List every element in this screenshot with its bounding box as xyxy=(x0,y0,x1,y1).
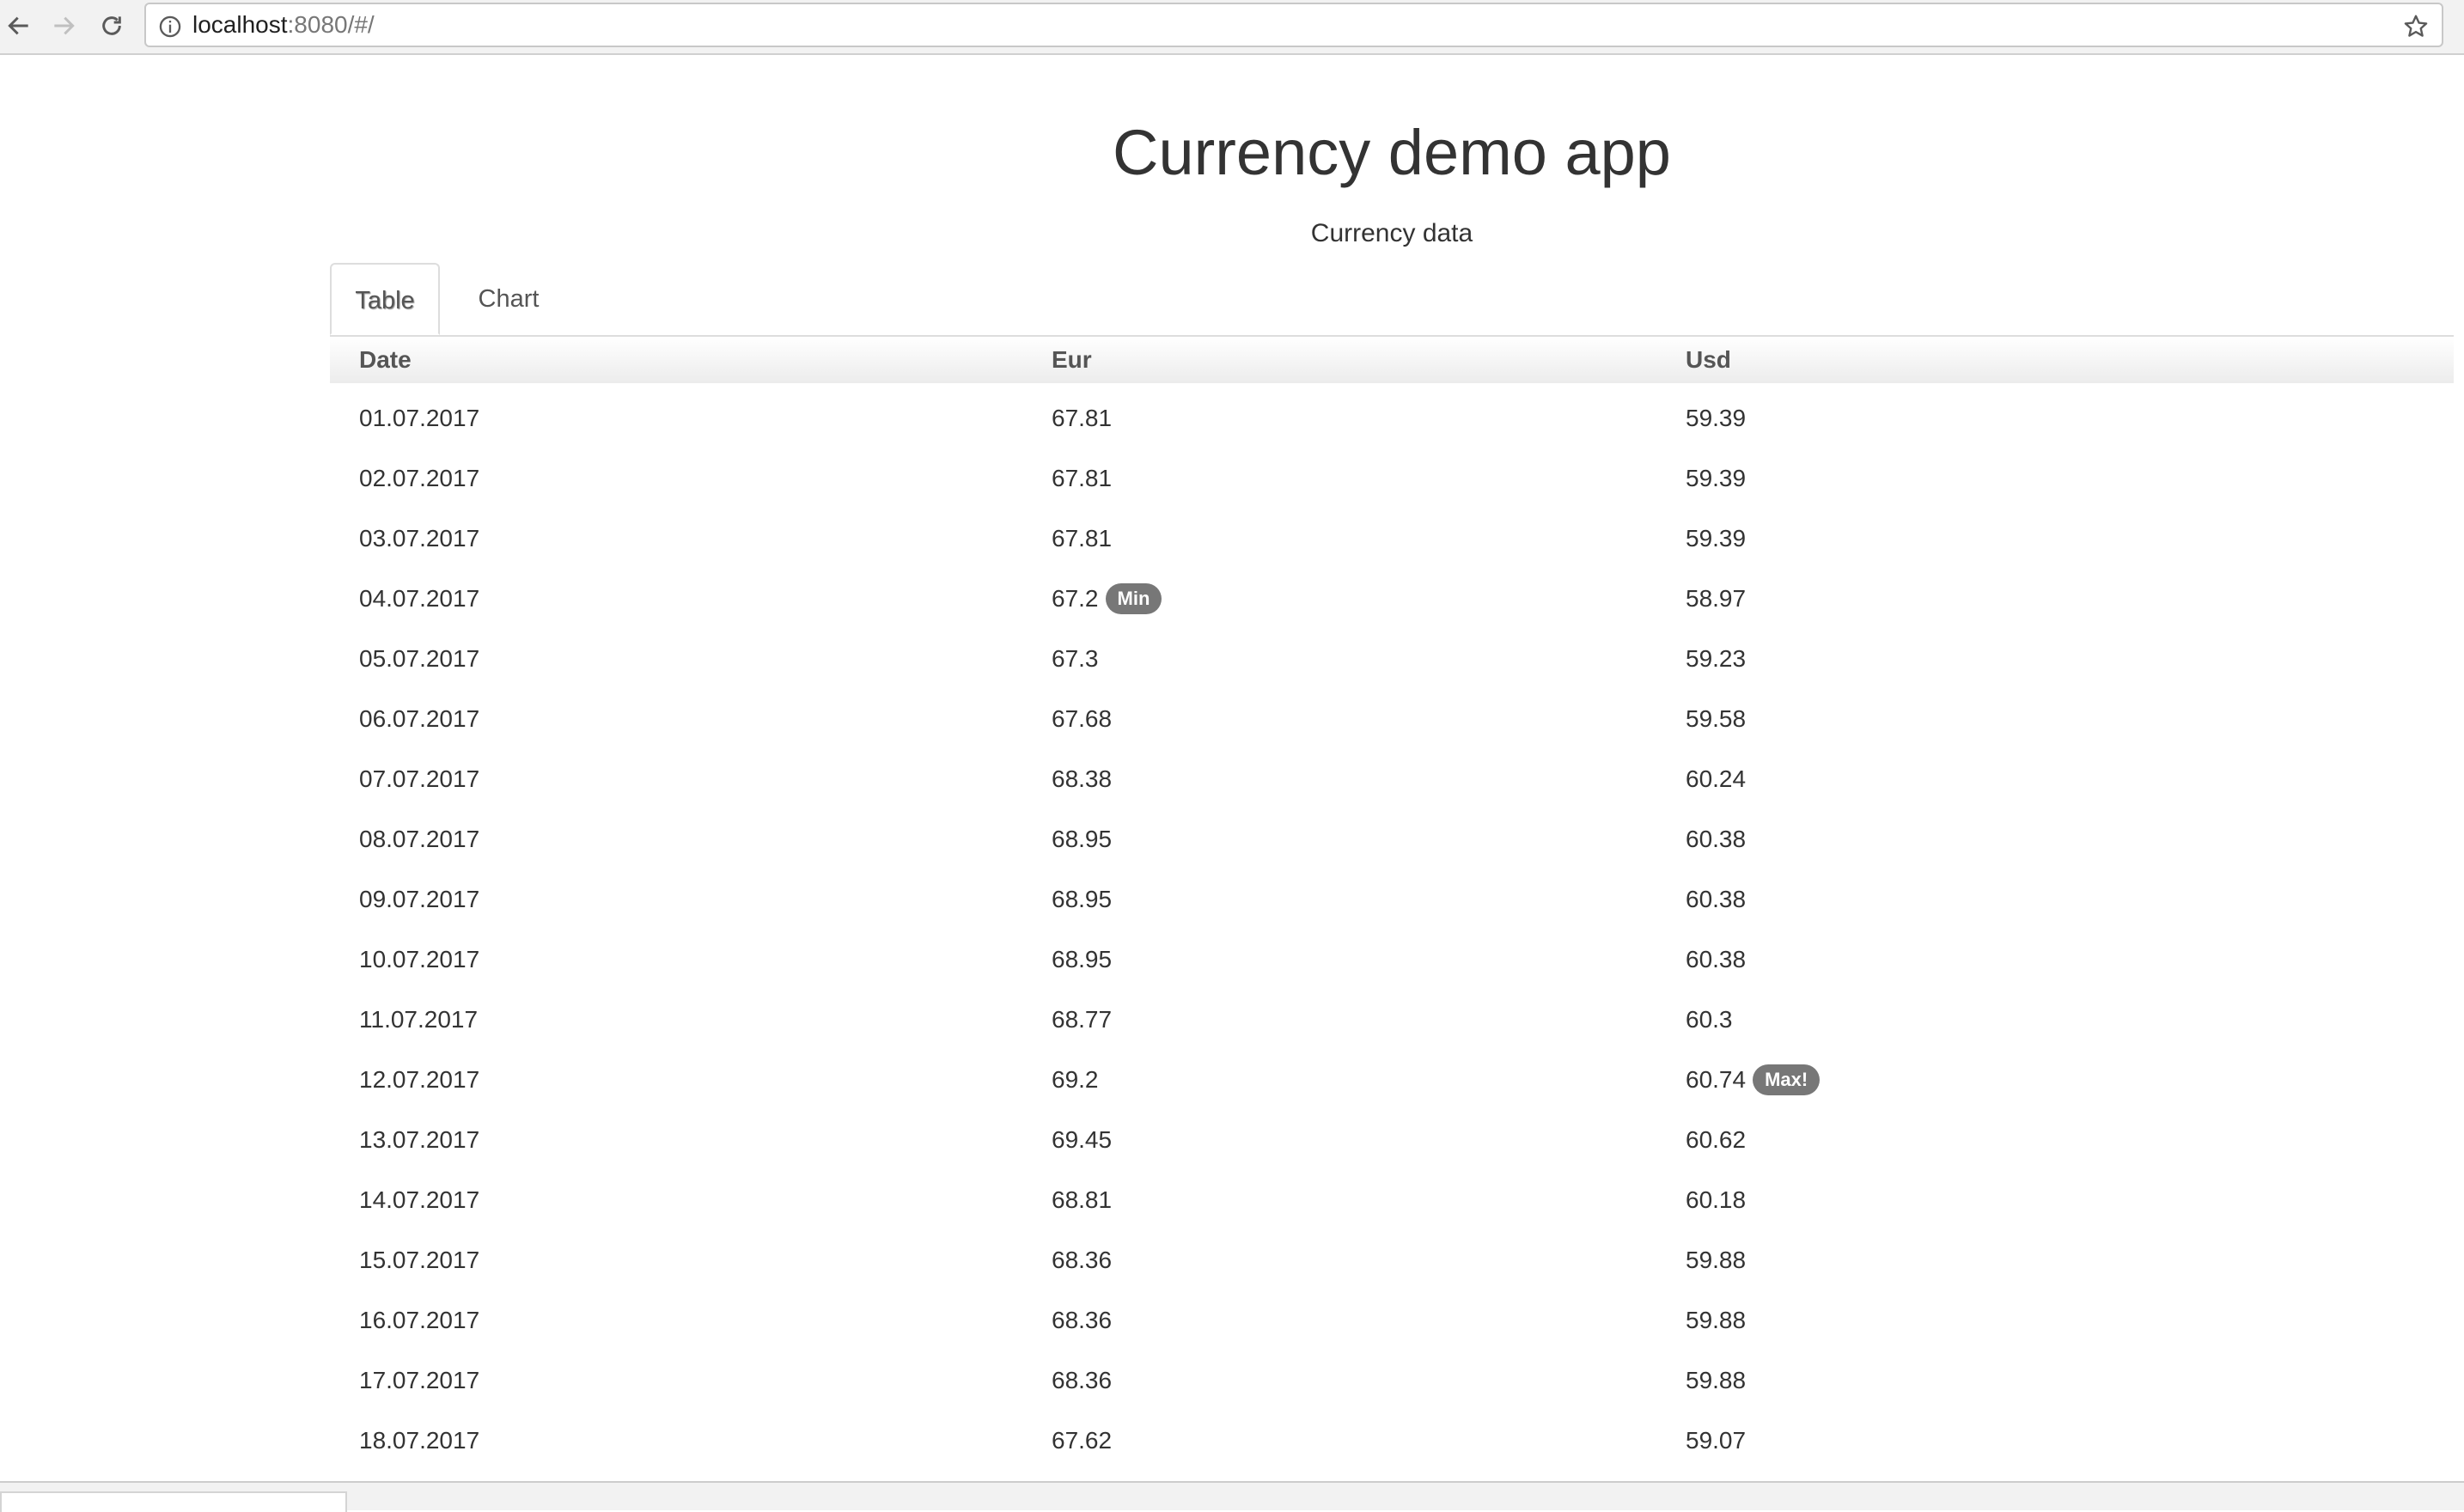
usd-value: 59.88 xyxy=(1686,1247,1747,1273)
url-path: :8080/#/ xyxy=(287,11,375,38)
usd-value: 59.39 xyxy=(1686,465,1747,491)
table-row: 12.07.2017 69.2 60.74 Max! xyxy=(330,1045,2454,1105)
usd-value: 58.97 xyxy=(1686,585,1747,612)
usd-value: 59.39 xyxy=(1686,405,1747,431)
browser-toolbar: localhost:8080/#/ xyxy=(0,0,2464,55)
back-arrow-icon xyxy=(8,16,28,35)
eur-value: 68.95 xyxy=(1052,826,1113,852)
max-badge: Max! xyxy=(1753,1064,1821,1095)
table-row: 10.07.2017 68.95 60.38 xyxy=(330,924,2454,985)
info-icon[interactable] xyxy=(158,15,182,39)
table-row: 02.07.2017 67.81 59.39 xyxy=(330,443,2454,503)
usd-value: 60.3 xyxy=(1686,1006,1733,1033)
browser-status-bar xyxy=(0,1481,2464,1512)
eur-value: 67.81 xyxy=(1052,465,1113,491)
usd-value: 59.58 xyxy=(1686,705,1747,732)
currency-table: Date Eur Usd 01.07.2017 67.81 59.39 02.07.2… xyxy=(330,337,2454,1466)
usd-value: 60.62 xyxy=(1686,1126,1747,1153)
usd-value: 59.88 xyxy=(1686,1367,1747,1393)
tab-table[interactable]: Table xyxy=(330,263,440,335)
usd-value: 59.88 xyxy=(1686,1307,1747,1333)
table-row: 14.07.2017 68.81 60.18 xyxy=(330,1165,2454,1225)
eur-value: 68.95 xyxy=(1052,886,1113,912)
eur-value: 68.36 xyxy=(1052,1307,1113,1333)
eur-value: 68.77 xyxy=(1052,1006,1113,1033)
download-shelf-tab[interactable] xyxy=(0,1491,347,1512)
address-bar[interactable]: localhost:8080/#/ xyxy=(144,3,2443,47)
eur-value: 69.2 xyxy=(1052,1066,1099,1093)
table-row: 15.07.2017 68.36 59.88 xyxy=(330,1225,2454,1285)
reload-icon xyxy=(102,16,121,35)
eur-value: 68.36 xyxy=(1052,1367,1113,1393)
page-title: Currency demo app xyxy=(1113,117,1671,188)
eur-value: 67.68 xyxy=(1052,705,1113,732)
table-row: 08.07.2017 68.95 60.38 xyxy=(330,804,2454,864)
tab-chart[interactable]: Chart xyxy=(454,263,564,335)
table-row: 05.07.2017 67.3 59.23 xyxy=(330,624,2454,684)
usd-value: 60.38 xyxy=(1686,946,1747,972)
table-row: 11.07.2017 68.77 60.3 xyxy=(330,985,2454,1045)
eur-value: 68.81 xyxy=(1052,1186,1113,1213)
table-row: 03.07.2017 67.81 59.39 xyxy=(330,503,2454,564)
cell-eur: 67.62 xyxy=(1052,1405,1112,1476)
table-header: Date Eur Usd xyxy=(330,337,2454,383)
table-row: 17.07.2017 68.36 59.88 xyxy=(330,1345,2454,1405)
eur-value: 68.95 xyxy=(1052,946,1113,972)
table-row: 18.07.2017 67.62 59.07 xyxy=(330,1405,2454,1466)
forward-arrow-icon xyxy=(54,16,75,35)
usd-value: 59.39 xyxy=(1686,525,1747,552)
eur-value: 67.3 xyxy=(1052,645,1099,672)
eur-value: 67.81 xyxy=(1052,525,1113,552)
back-button[interactable] xyxy=(0,7,38,45)
column-header-eur[interactable]: Eur xyxy=(1052,337,1092,383)
usd-value: 60.38 xyxy=(1686,826,1747,852)
page-subtitle: Currency data xyxy=(1310,219,1473,247)
table-row: 04.07.2017 67.2 Min 58.97 xyxy=(330,564,2454,624)
eur-value: 67.62 xyxy=(1052,1427,1113,1454)
table-body: 01.07.2017 67.81 59.39 02.07.2017 67.81 59.39… xyxy=(330,383,2454,1466)
usd-value: 60.38 xyxy=(1686,886,1747,912)
forward-button[interactable] xyxy=(45,7,82,45)
url-text: localhost:8080/#/ xyxy=(192,4,375,46)
min-badge: Min xyxy=(1105,582,1162,614)
table-row: 06.07.2017 67.68 59.58 xyxy=(330,684,2454,744)
eur-value: 69.45 xyxy=(1052,1126,1113,1153)
table-row: 01.07.2017 67.81 59.39 xyxy=(330,383,2454,443)
usd-value: 59.23 xyxy=(1686,645,1747,672)
column-header-usd[interactable]: Usd xyxy=(1686,337,1731,383)
cell-usd: 59.07 xyxy=(1686,1405,1746,1476)
table-row: 07.07.2017 68.38 60.24 xyxy=(330,744,2454,804)
eur-value: 68.38 xyxy=(1052,765,1113,792)
column-header-date[interactable]: Date xyxy=(359,337,412,383)
table-row: 16.07.2017 68.36 59.88 xyxy=(330,1285,2454,1345)
table-row: 09.07.2017 68.95 60.38 xyxy=(330,864,2454,924)
reload-button[interactable] xyxy=(93,7,131,45)
eur-value: 68.36 xyxy=(1052,1247,1113,1273)
view-tabs: Table Chart xyxy=(330,263,2454,337)
url-host: localhost xyxy=(192,11,288,38)
bookmark-star-icon[interactable] xyxy=(2402,13,2430,40)
table-row: 13.07.2017 69.45 60.62 xyxy=(330,1105,2454,1165)
usd-value: 60.24 xyxy=(1686,765,1747,792)
cell-date: 18.07.2017 xyxy=(359,1427,480,1454)
usd-value: 60.18 xyxy=(1686,1186,1747,1213)
usd-value: 60.74 xyxy=(1686,1066,1747,1093)
usd-value: 59.07 xyxy=(1686,1427,1747,1454)
eur-value: 67.81 xyxy=(1052,405,1113,431)
eur-value: 67.2 xyxy=(1052,585,1099,612)
